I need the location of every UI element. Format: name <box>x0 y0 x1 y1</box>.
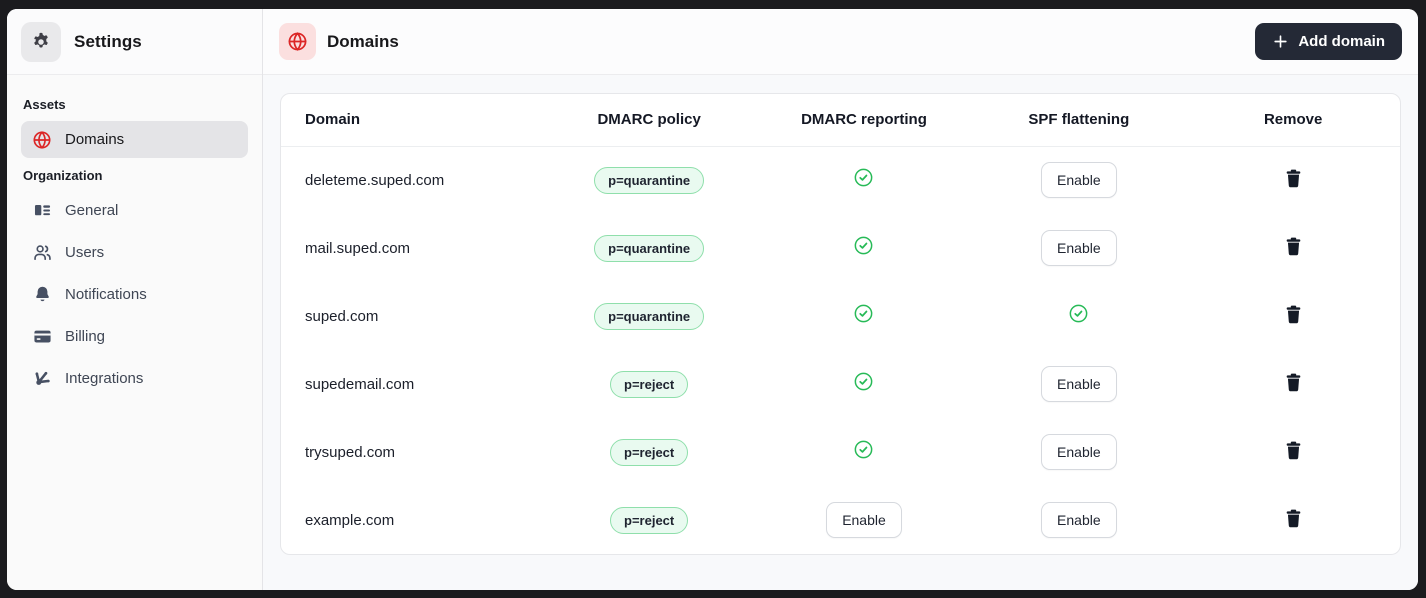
sidebar-header: Settings <box>7 9 262 75</box>
trash-icon <box>1285 169 1302 191</box>
table-row: suped.com p=quarantine <box>281 282 1400 350</box>
sidebar-nav: Assets Domains Organization General User… <box>7 75 262 414</box>
add-domain-label: Add domain <box>1298 33 1385 50</box>
sidebar-item-label: Notifications <box>65 286 147 303</box>
general-icon <box>32 201 52 221</box>
dmarc-reporting-check-icon <box>853 371 874 392</box>
sidebar-item-label: Billing <box>65 328 106 345</box>
globe-icon <box>32 130 52 150</box>
table-row: deleteme.suped.com p=quarantine Enable <box>281 146 1400 214</box>
settings-sidebar: Settings Assets Domains Organization Gen… <box>7 9 263 590</box>
integrations-icon <box>32 369 52 389</box>
domain-name: deleteme.suped.com <box>305 171 445 189</box>
domains-table: Domain DMARC policy DMARC reporting SPF … <box>281 94 1400 554</box>
table-row: trysuped.com p=reject Enable <box>281 418 1400 486</box>
content-area: Domain DMARC policy DMARC reporting SPF … <box>263 75 1418 590</box>
main-panel: Domains Add domain Domain DMARC policy D… <box>263 9 1418 590</box>
col-header-dmarc-reporting: DMARC reporting <box>756 94 972 147</box>
table-row: mail.suped.com p=quarantine Enable <box>281 214 1400 282</box>
spf-flattening-enable-button[interactable]: Enable <box>1041 366 1117 402</box>
table-header-row: Domain DMARC policy DMARC reporting SPF … <box>281 94 1400 147</box>
domain-name: suped.com <box>305 307 379 325</box>
sidebar-item-users[interactable]: Users <box>21 234 248 271</box>
dmarc-policy-badge: p=reject <box>610 438 689 466</box>
spf-flattening-check-icon <box>1068 303 1089 324</box>
page-title: Domains <box>327 31 399 51</box>
spf-flattening-enable-button[interactable]: Enable <box>1041 162 1117 199</box>
plus-icon <box>1272 33 1289 50</box>
table-row: supedemail.com p=reject Enable <box>281 350 1400 418</box>
col-header-remove: Remove <box>1186 94 1400 147</box>
remove-domain-button[interactable] <box>1283 439 1304 462</box>
dmarc-reporting-check-icon <box>853 303 874 324</box>
sidebar-item-notifications[interactable]: Notifications <box>21 276 248 313</box>
remove-domain-button[interactable] <box>1283 371 1304 394</box>
app-window: Settings Assets Domains Organization Gen… <box>7 9 1418 590</box>
spf-flattening-enable-button[interactable]: Enable <box>1041 434 1117 470</box>
trash-icon <box>1285 237 1302 259</box>
dmarc-policy-badge: p=quarantine <box>594 166 705 194</box>
sidebar-item-billing[interactable]: Billing <box>21 318 248 355</box>
add-domain-button[interactable]: Add domain <box>1255 23 1402 60</box>
domain-name: mail.suped.com <box>305 239 411 257</box>
spf-flattening-enable-button[interactable]: Enable <box>1041 502 1117 538</box>
dmarc-policy-badge: p=reject <box>610 370 689 398</box>
spf-flattening-enable-button[interactable]: Enable <box>1041 230 1117 266</box>
remove-domain-button[interactable] <box>1283 507 1304 530</box>
dmarc-reporting-enable-button[interactable]: Enable <box>826 502 902 538</box>
sidebar-item-general[interactable]: General <box>21 192 248 229</box>
dmarc-policy-badge: p=quarantine <box>594 302 705 330</box>
globe-icon <box>279 23 316 60</box>
gear-icon <box>21 21 61 62</box>
dmarc-reporting-check-icon <box>853 235 874 256</box>
col-header-domain: Domain <box>281 94 542 147</box>
domain-name: trysuped.com <box>305 443 396 461</box>
sidebar-item-label: Integrations <box>65 370 144 387</box>
trash-icon <box>1285 441 1302 463</box>
col-header-dmarc-policy: DMARC policy <box>541 94 757 147</box>
trash-icon <box>1285 305 1302 327</box>
trash-icon <box>1285 509 1302 531</box>
dmarc-reporting-check-icon <box>853 167 874 188</box>
main-header: Domains Add domain <box>263 9 1418 75</box>
sidebar-title: Settings <box>74 31 142 51</box>
sidebar-item-label: General <box>65 202 119 219</box>
remove-domain-button[interactable] <box>1283 167 1304 190</box>
domain-name: supedemail.com <box>305 375 415 393</box>
domains-table-card: Domain DMARC policy DMARC reporting SPF … <box>280 93 1401 555</box>
dmarc-policy-badge: p=quarantine <box>594 234 705 262</box>
sidebar-item-label: Users <box>65 244 105 261</box>
sidebar-item-label: Domains <box>65 131 125 148</box>
domain-name: example.com <box>305 511 395 529</box>
bell-icon <box>32 285 52 305</box>
billing-icon <box>32 327 52 347</box>
col-header-spf-flattening: SPF flattening <box>971 94 1187 147</box>
section-label-assets: Assets <box>23 97 66 112</box>
users-icon <box>32 243 52 263</box>
table-row: example.com p=reject Enable Enable <box>281 486 1400 554</box>
remove-domain-button[interactable] <box>1283 303 1304 326</box>
remove-domain-button[interactable] <box>1283 235 1304 258</box>
section-label-organization: Organization <box>23 168 103 183</box>
dmarc-reporting-check-icon <box>853 439 874 460</box>
sidebar-item-integrations[interactable]: Integrations <box>21 360 248 397</box>
sidebar-item-domains[interactable]: Domains <box>21 121 248 158</box>
trash-icon <box>1285 373 1302 395</box>
dmarc-policy-badge: p=reject <box>610 506 689 534</box>
